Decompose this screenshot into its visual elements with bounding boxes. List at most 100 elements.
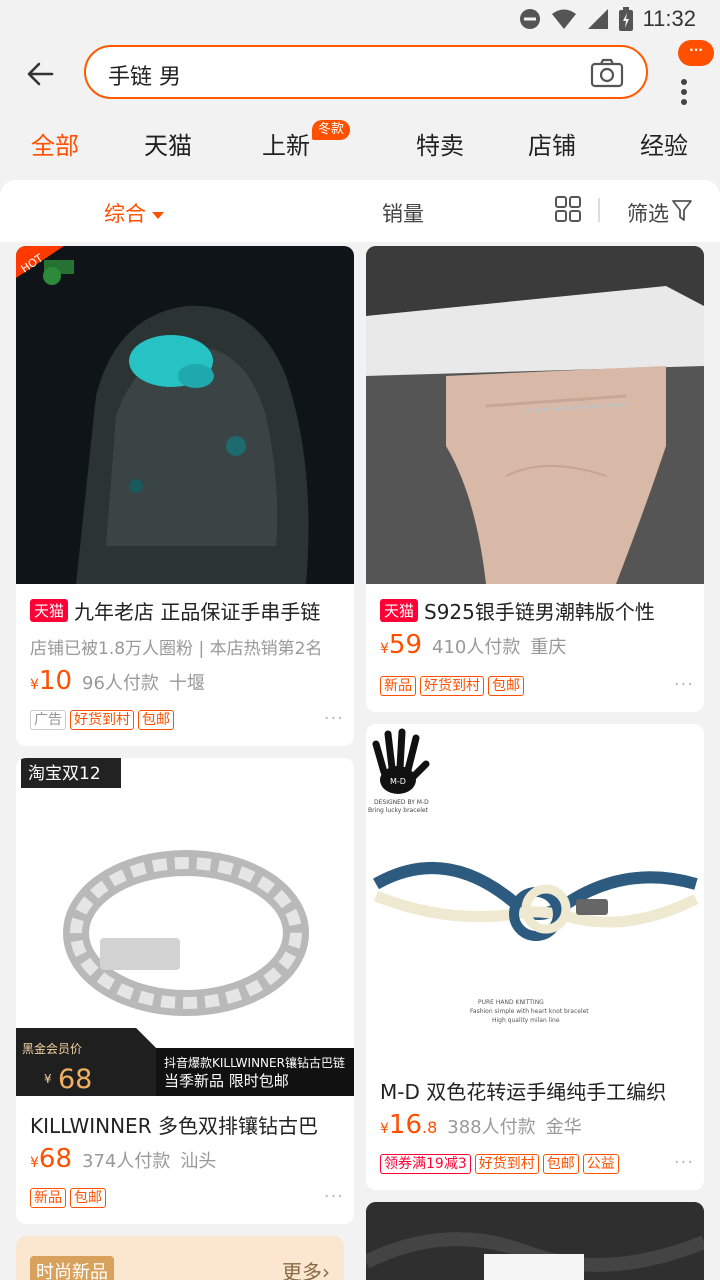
tag-list: 新品 包邮 xyxy=(30,1188,106,1208)
product-card[interactable]: HOT 天猫 九年老店 正品保证手串手链 店铺已被1.8万人圈粉 | 本店热销第2… xyxy=(16,246,354,746)
more-dots-icon[interactable]: ··· xyxy=(674,1152,694,1173)
tab-new-badge: 冬款 xyxy=(312,120,351,140)
price: 16 xyxy=(388,1110,423,1140)
product-image: 淘宝双12 黑金会员价 ¥ 68 抖音爆款KILLWINNER镶钻古巴链 当季新… xyxy=(16,758,354,1096)
currency: ¥ xyxy=(380,1121,389,1137)
product-title: KILLWINNER 多色双排镶钻古巴 xyxy=(30,1114,318,1138)
banner-more-text: 更多 xyxy=(282,1260,322,1280)
image-caption-3: High quality milan line xyxy=(492,1017,560,1024)
tag: 好货到村 xyxy=(70,710,134,730)
tag-list: 领券满19减3 好货到村 包邮 公益 xyxy=(380,1154,619,1174)
category-tabs: 全部 天猫 上新 冬款 特卖 店铺 经验 xyxy=(0,110,720,178)
tab-all[interactable]: 全部 xyxy=(31,126,79,161)
status-time: 11:32 xyxy=(642,6,696,31)
coupon-tag: 领券满19减3 xyxy=(380,1154,471,1174)
product-image: M-D DESIGNED BY M-D Bring lucky bracelet… xyxy=(366,724,704,1062)
price-line: ¥68 374人付款 汕头 xyxy=(30,1144,216,1174)
tag: 包邮 xyxy=(488,676,524,696)
product-image xyxy=(366,1202,704,1280)
filter-button[interactable]: 筛选 xyxy=(627,198,669,228)
tag: 好货到村 xyxy=(474,1154,539,1174)
product-card[interactable]: 淘宝双12 黑金会员价 ¥ 68 抖音爆款KILLWINNER镶钻古巴链 当季新… xyxy=(16,758,354,1224)
currency: ¥ xyxy=(380,641,389,657)
promo-line-1: 抖音爆款KILLWINNER镶钻古巴链 xyxy=(164,1055,345,1070)
grid-view-icon[interactable] xyxy=(555,196,581,222)
tab-tmall[interactable]: 天猫 xyxy=(144,126,192,161)
more-dots-icon[interactable]: ··· xyxy=(324,1186,344,1207)
promo-corner: 淘宝双12 xyxy=(28,764,101,784)
price-decimal: .8 xyxy=(422,1118,438,1137)
tab-experience[interactable]: 经验 xyxy=(640,126,688,161)
product-card[interactable]: 天猫 S925银手链男潮韩版个性 ¥59 410人付款 重庆 新品 好货到村 包邮 ·… xyxy=(366,246,704,712)
sold-count: 96人付款 xyxy=(82,673,159,694)
tag: 广告 xyxy=(30,710,66,730)
location: 金华 xyxy=(545,1117,582,1138)
sort-sales[interactable]: 销量 xyxy=(382,198,424,228)
image-caption-2: Fashion simple with heart knot bracelet xyxy=(470,1008,589,1015)
tab-sale[interactable]: 特卖 xyxy=(416,126,464,161)
tag: 新品 xyxy=(380,676,416,696)
sort-comprehensive[interactable]: 综合 xyxy=(104,198,164,228)
sold-count: 388人付款 xyxy=(447,1117,536,1138)
product-title: M-D 双色花转运手绳纯手工编织 xyxy=(380,1080,667,1104)
price-line: ¥59 410人付款 重庆 xyxy=(380,630,566,660)
tag: 新品 xyxy=(30,1188,66,1208)
banner-more-link[interactable]: 更多› xyxy=(282,1256,330,1280)
price: 68 xyxy=(38,1144,73,1174)
product-card-partial[interactable] xyxy=(366,1202,704,1280)
banner-label: 时尚新品 xyxy=(30,1256,114,1280)
currency: ¥ xyxy=(30,1155,39,1171)
currency: ¥ xyxy=(30,677,39,693)
product-card[interactable]: M-D DESIGNED BY M-D Bring lucky bracelet… xyxy=(366,724,704,1190)
search-query: 手链 男 xyxy=(108,65,181,90)
tag: 包邮 xyxy=(138,710,174,730)
more-dots-icon[interactable]: ··· xyxy=(324,708,344,729)
tab-shops[interactable]: 店铺 xyxy=(528,126,576,161)
tagline: Bring lucky bracelet xyxy=(368,807,429,814)
product-image xyxy=(366,246,704,584)
promo-line-2: 当季新品 限时包邮 xyxy=(164,1072,289,1090)
chevron-right-icon: › xyxy=(322,1260,330,1280)
more-dots-icon[interactable]: ··· xyxy=(674,674,694,695)
tag-list: 新品 好货到村 包邮 xyxy=(380,676,524,696)
tab-new[interactable]: 上新 xyxy=(262,126,310,161)
sort-bar: 综合 销量 筛选 xyxy=(0,180,720,242)
back-arrow-icon[interactable] xyxy=(22,56,58,92)
camera-icon[interactable] xyxy=(590,57,624,89)
filter-icon[interactable] xyxy=(672,200,692,222)
dnd-icon xyxy=(519,9,540,29)
tmall-badge: 天猫 xyxy=(30,599,69,622)
brand-mark: M-D xyxy=(390,777,406,786)
search-input[interactable]: 手链 男 xyxy=(84,45,648,99)
image-caption-1: PURE HAND KNITTING xyxy=(478,999,544,1006)
tag-list: 广告 好货到村 包邮 xyxy=(30,710,174,730)
price-line: ¥16.8 388人付款 金华 xyxy=(380,1110,582,1140)
signal-icon xyxy=(587,9,608,29)
tmall-badge: 天猫 xyxy=(380,599,419,622)
wifi-icon xyxy=(551,9,576,29)
product-image: HOT xyxy=(16,246,354,584)
product-title: 天猫 九年老店 正品保证手串手链 xyxy=(30,596,348,625)
sold-count: 410人付款 xyxy=(432,637,521,658)
message-badge[interactable]: ··· xyxy=(678,40,714,66)
member-label: 黑金会员价 xyxy=(22,1041,82,1056)
designed-by: DESIGNED BY M-D xyxy=(374,799,429,806)
search-header: 手链 男 xyxy=(0,36,720,110)
product-title-text: 九年老店 正品保证手串手链 xyxy=(74,600,321,624)
product-title: 天猫 S925银手链男潮韩版个性 xyxy=(380,596,698,625)
status-icons: 11:32 xyxy=(519,6,696,32)
product-subtitle: 店铺已被1.8万人圈粉 | 本店热销第2名 xyxy=(30,639,323,659)
price: 10 xyxy=(38,666,73,696)
price-line: ¥10 96人付款 十堰 xyxy=(30,666,205,696)
location: 十堰 xyxy=(168,673,205,694)
price: 59 xyxy=(388,630,423,660)
product-title-text: S925银手链男潮韩版个性 xyxy=(424,600,655,624)
member-price: 68 xyxy=(58,1064,92,1095)
tag: 好货到村 xyxy=(420,676,484,696)
divider xyxy=(598,198,600,222)
member-currency: ¥ xyxy=(44,1072,52,1086)
sold-count: 374人付款 xyxy=(82,1151,171,1172)
location: 重庆 xyxy=(530,637,567,658)
sort-comprehensive-label: 综合 xyxy=(104,202,146,226)
fashion-new-banner[interactable]: 时尚新品 更多› xyxy=(16,1236,344,1280)
